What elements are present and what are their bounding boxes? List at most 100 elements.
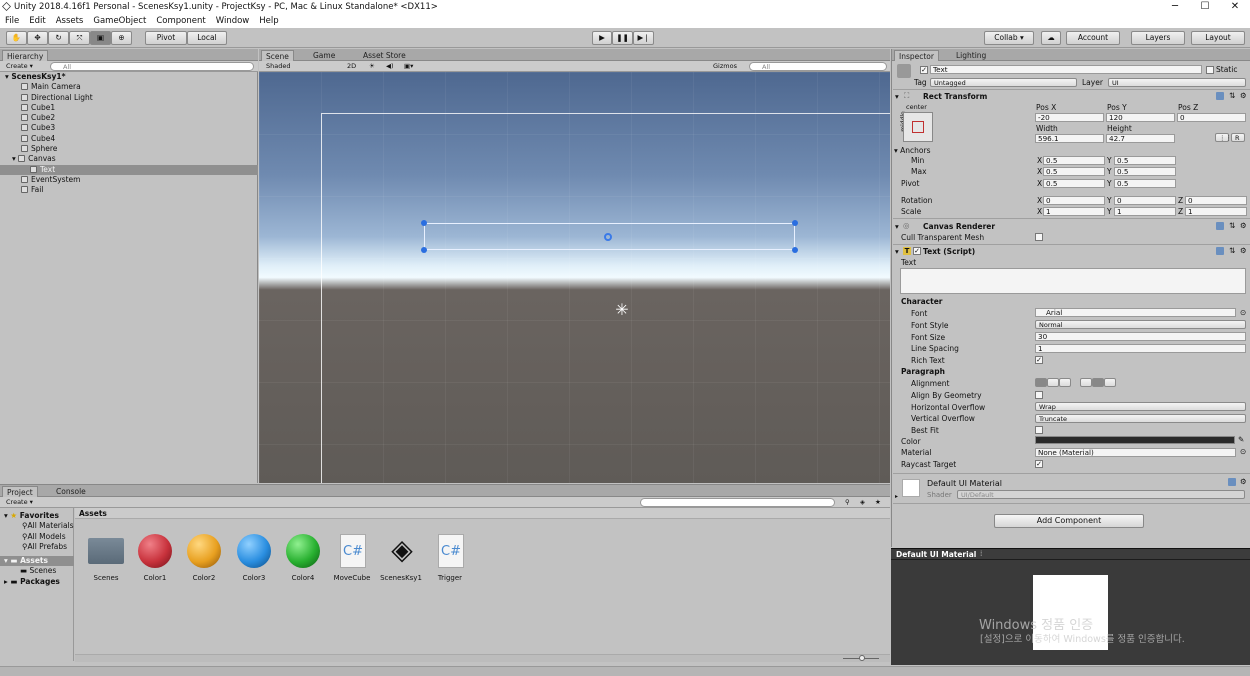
shader-dropdown[interactable]: UI/Default (957, 490, 1245, 499)
tree-item-cube4[interactable]: Cube4 (0, 134, 258, 144)
tree-item-fail[interactable]: Fail (0, 185, 258, 195)
layer-dropdown[interactable]: UI (1108, 78, 1246, 87)
tree-item-sphere[interactable]: Sphere (0, 144, 258, 154)
gizmos-dropdown[interactable]: Gizmos (713, 61, 737, 71)
tag-dropdown[interactable]: Untagged (930, 78, 1077, 87)
align-geometry-checkbox[interactable] (1035, 391, 1043, 399)
align-left-button[interactable] (1035, 378, 1047, 387)
pause-button[interactable]: ❚❚ (612, 31, 633, 45)
rect-handle-bottom-right[interactable] (792, 247, 798, 253)
minimize-button[interactable]: ─ (1160, 0, 1190, 14)
v-overflow-dropdown[interactable]: Truncate (1035, 414, 1246, 423)
account-dropdown[interactable]: Account (1066, 31, 1120, 45)
object-picker-icon[interactable]: ⊙ (1240, 447, 1246, 456)
component-gear-icon[interactable]: ⚙ (1240, 246, 1247, 255)
tree-item-text-selected[interactable]: Text (0, 164, 258, 175)
help-book-icon[interactable] (1216, 92, 1224, 100)
rect-foldout-icon[interactable]: ▾ (895, 92, 899, 101)
static-checkbox[interactable] (1206, 66, 1214, 74)
pivot-handle[interactable] (604, 233, 612, 241)
width-field[interactable]: 596.1 (1035, 134, 1104, 143)
menu-component[interactable]: Component (156, 16, 205, 26)
hierarchy-search-input[interactable]: All (50, 62, 254, 71)
tab-game[interactable]: Game (309, 50, 339, 61)
font-size-field[interactable]: 30 (1035, 332, 1246, 341)
cloud-icon[interactable]: ☁ (1041, 31, 1061, 45)
zoom-slider-thumb[interactable] (859, 655, 865, 661)
anchor-min-y-field[interactable]: 0.5 (1114, 156, 1176, 165)
menu-assets[interactable]: Assets (56, 16, 84, 26)
menu-window[interactable]: Window (216, 16, 250, 26)
close-button[interactable]: ✕ (1220, 0, 1250, 14)
rotation-y-field[interactable]: 0 (1114, 196, 1176, 205)
collab-dropdown[interactable]: Collab ▾ (984, 31, 1034, 45)
tab-lighting[interactable]: Lighting (952, 50, 990, 61)
move-tool-icon[interactable]: ✥ (27, 31, 48, 45)
tab-console[interactable]: Console (52, 486, 90, 497)
posy-field[interactable]: 120 (1106, 113, 1175, 122)
posz-field[interactable]: 0 (1177, 113, 1246, 122)
hierarchy-create-button[interactable]: Create ▾ (6, 61, 33, 71)
height-field[interactable]: 42.7 (1106, 134, 1175, 143)
tree-item-eventsystem[interactable]: EventSystem (0, 175, 258, 185)
pivot-y-field[interactable]: 0.5 (1114, 179, 1176, 188)
anchor-max-y-field[interactable]: 0.5 (1114, 167, 1176, 176)
align-middle-button[interactable] (1092, 378, 1104, 387)
rect-handle-bottom-left[interactable] (421, 247, 427, 253)
tab-project[interactable]: Project (2, 486, 38, 497)
play-button[interactable]: ▶ (592, 31, 612, 45)
project-create-button[interactable]: Create ▾ (6, 497, 33, 507)
breadcrumb-assets[interactable]: Assets (79, 509, 107, 519)
layout-dropdown[interactable]: Layout (1191, 31, 1245, 45)
font-field[interactable]: Arial (1035, 308, 1236, 317)
tree-item-canvas[interactable]: ▾ Canvas (0, 154, 258, 164)
assets-folder[interactable]: ▾ ▬ Assets (0, 556, 74, 567)
rotation-z-field[interactable]: 0 (1185, 196, 1247, 205)
tree-item-main-camera[interactable]: Main Camera (0, 82, 258, 92)
best-fit-checkbox[interactable] (1035, 426, 1043, 434)
tab-inspector[interactable]: Inspector (894, 50, 939, 61)
anchor-min-x-field[interactable]: 0.5 (1043, 156, 1105, 165)
scene-root[interactable]: ▾ ScenesKsy1* (0, 72, 258, 82)
maximize-button[interactable]: ☐ (1190, 0, 1220, 14)
tab-asset-store[interactable]: Asset Store (359, 50, 410, 61)
scale-z-field[interactable]: 1 (1185, 207, 1247, 216)
preset-icon[interactable]: ⇅ (1229, 221, 1235, 230)
posx-field[interactable]: -20 (1035, 113, 1104, 122)
favorites-folder[interactable]: ▾ ★ Favorites (0, 511, 74, 521)
project-search-input[interactable] (640, 498, 835, 507)
component-gear-icon[interactable]: ⚙ (1240, 477, 1247, 486)
anchor-preset-button[interactable] (903, 112, 933, 142)
eyedropper-icon[interactable]: ✎ (1238, 435, 1244, 444)
effects-dropdown-icon[interactable]: ▣▾ (404, 61, 413, 71)
pivot-x-field[interactable]: 0.5 (1043, 179, 1105, 188)
add-component-button[interactable]: Add Component (994, 514, 1144, 528)
component-gear-icon[interactable]: ⚙ (1240, 221, 1247, 230)
canvas-renderer-foldout-icon[interactable]: ▾ (895, 222, 899, 231)
active-checkbox[interactable]: ✓ (920, 66, 928, 74)
scale-tool-icon[interactable]: ⤧ (69, 31, 90, 45)
anchors-foldout[interactable]: ▾ Anchors (894, 146, 931, 155)
packages-folder[interactable]: ▸ ▬ Packages (0, 577, 74, 587)
raycast-checkbox[interactable]: ✓ (1035, 460, 1043, 468)
align-top-button[interactable] (1080, 378, 1092, 387)
pivot-toggle[interactable]: Pivot (145, 31, 187, 45)
color-swatch[interactable] (1035, 436, 1235, 444)
rotate-tool-icon[interactable]: ↻ (48, 31, 69, 45)
step-button[interactable]: ▶❘ (633, 31, 654, 45)
rich-text-checkbox[interactable]: ✓ (1035, 356, 1043, 364)
audio-toggle-icon[interactable]: ◀) (386, 61, 394, 71)
tree-item-cube3[interactable]: Cube3 (0, 123, 258, 133)
rotation-x-field[interactable]: 0 (1043, 196, 1105, 205)
rect-handle-top-left[interactable] (421, 220, 427, 226)
tree-item-directional-light[interactable]: Directional Light (0, 93, 258, 103)
transform-tool-icon[interactable]: ⊕ (111, 31, 132, 45)
align-bottom-button[interactable] (1104, 378, 1116, 387)
scene-search-input[interactable]: All (749, 62, 887, 71)
anchor-max-x-field[interactable]: 0.5 (1043, 167, 1105, 176)
h-overflow-dropdown[interactable]: Wrap (1035, 402, 1246, 411)
blueprint-mode-button[interactable]: ⋮⋮ (1215, 133, 1232, 142)
shading-dropdown[interactable]: Shaded (266, 61, 290, 71)
menu-edit[interactable]: Edit (29, 16, 45, 26)
help-book-icon[interactable] (1228, 478, 1236, 486)
